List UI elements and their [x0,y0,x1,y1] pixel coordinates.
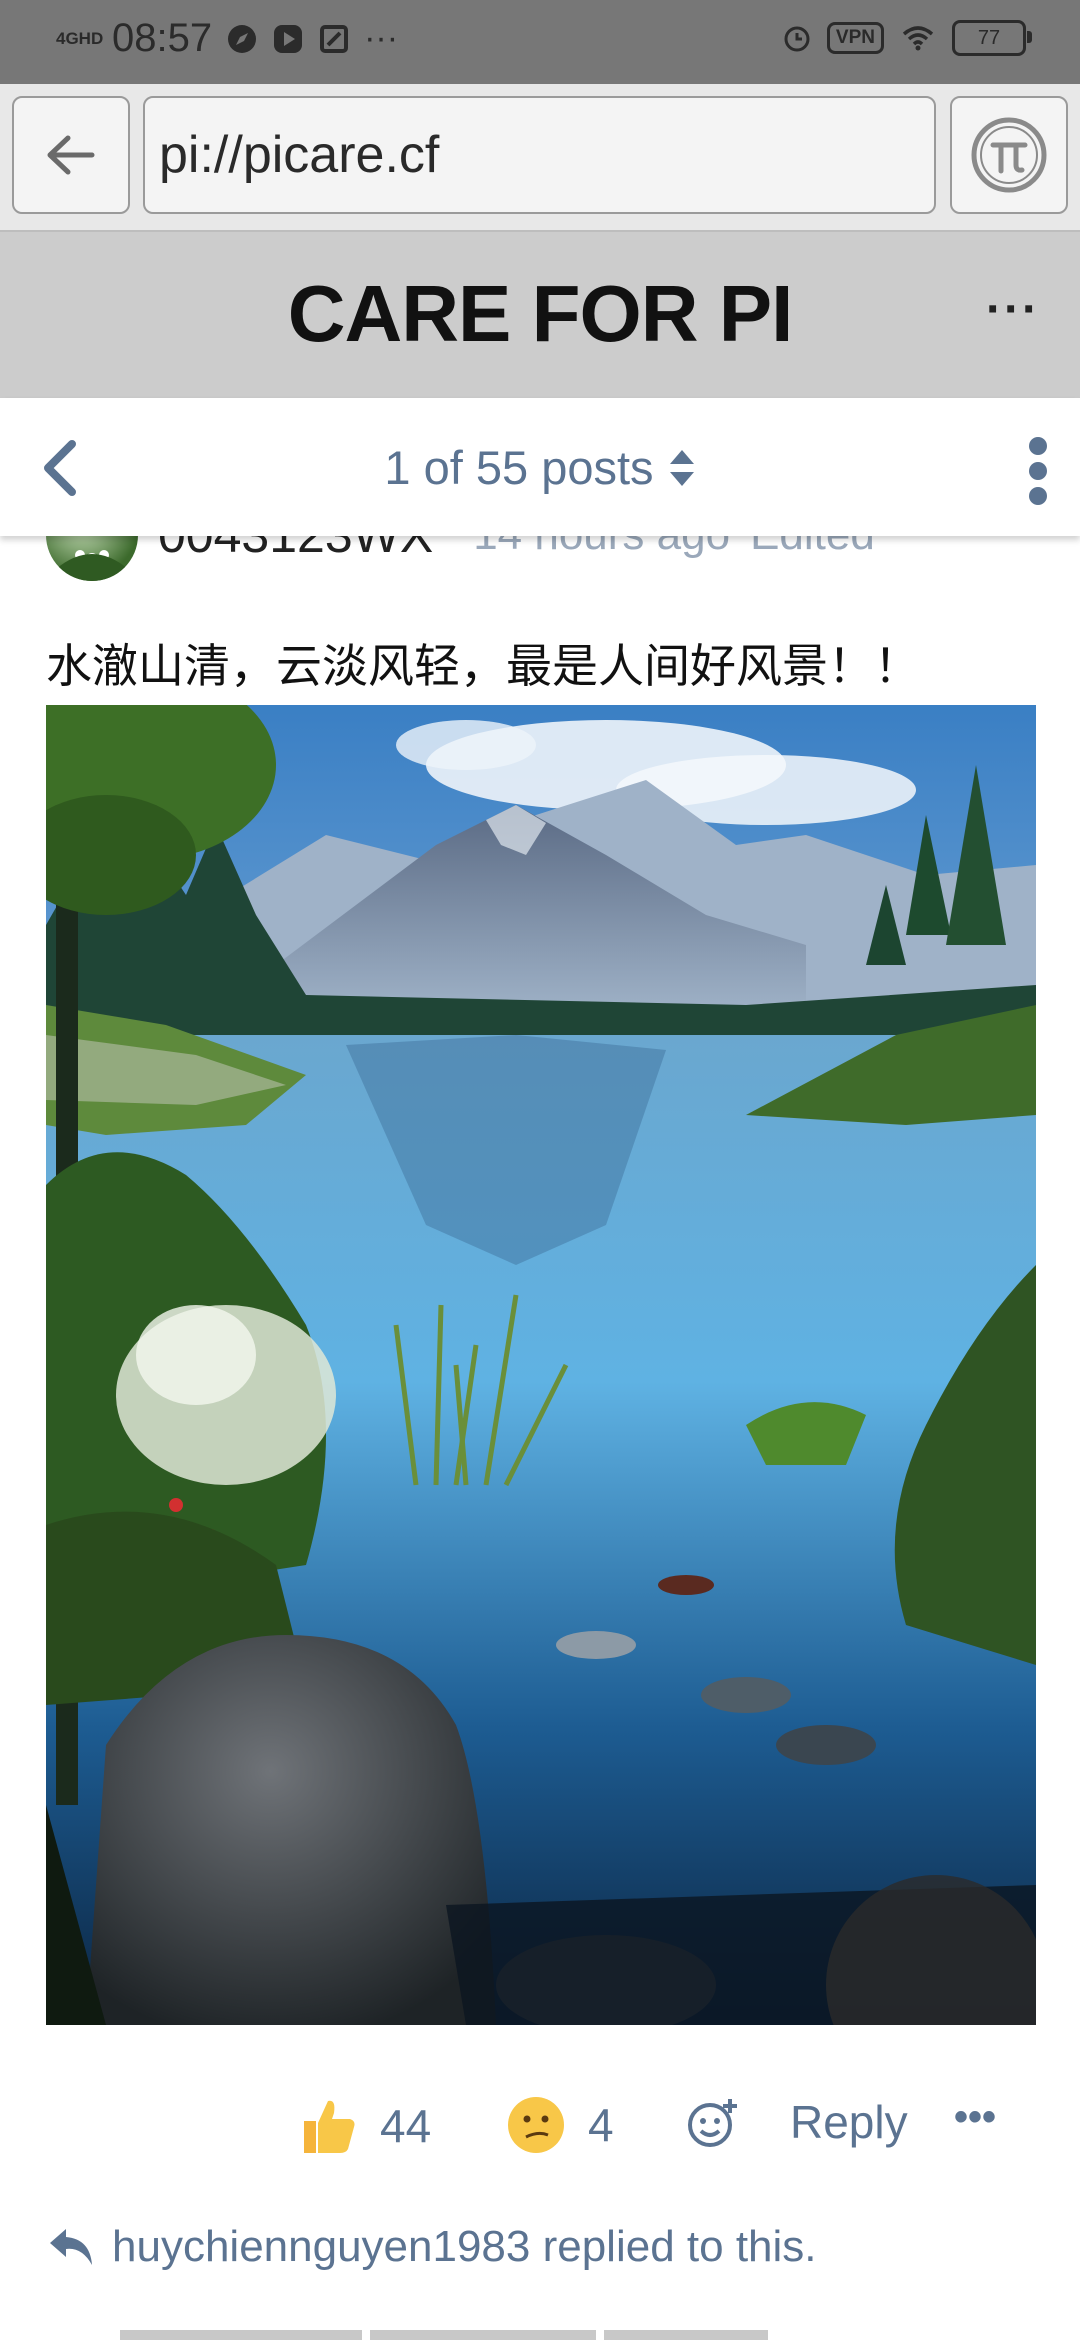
lake-landscape-image [46,705,1036,2025]
play-icon [274,24,303,53]
screenshot-icon [320,24,349,53]
wifi-icon [902,26,934,51]
post-counter-label: 1 of 55 posts [384,441,654,494]
reply-notice[interactable]: huychiennguyen1983 replied to this. [46,2222,817,2272]
browser-url-bar: pi://picare.cf [0,84,1080,230]
reply-arrow-icon [50,2229,92,2265]
reply-button[interactable]: Reply [790,2095,908,2149]
url-field[interactable]: pi://picare.cf [143,96,936,214]
thumbs-up-icon [304,2100,355,2153]
compass-icon [228,24,257,53]
more-actions-button[interactable]: ••• [954,2095,996,2140]
confused-count: 4 [588,2099,614,2151]
clock: 08:57 [112,16,213,60]
alarm-icon [784,26,810,52]
add-reaction-button[interactable] [686,2095,742,2151]
bottom-bar-segment [370,2330,596,2340]
add-emoji-icon [688,2099,737,2147]
battery-indicator: 77 [952,20,1032,56]
post-image[interactable] [46,705,1036,2025]
vertical-dots-icon [1029,437,1047,505]
bottom-bar-segment [120,2330,362,2340]
like-reaction[interactable]: 44 [298,2095,431,2157]
post-counter[interactable]: 1 of 55 posts [0,440,1080,495]
site-header: CARE FOR PI ··· [0,230,1080,398]
confused-face-icon [508,2097,564,2153]
post-options-button[interactable] [1026,436,1050,511]
bottom-bar-segment [604,2330,768,2340]
confused-reaction[interactable]: 4 [506,2095,614,2155]
vpn-badge: VPN [826,22,884,54]
like-count: 44 [380,2100,432,2152]
sort-arrows-icon [669,449,694,486]
site-title[interactable]: CARE FOR PI [0,268,1080,360]
network-indicator: 4GHD [56,29,104,48]
status-bar: 4GHD 08:57 ··· VPN 77 [0,0,1080,84]
pi-wallet-button[interactable] [950,96,1068,214]
arrow-left-icon [47,135,95,175]
more-notifications-icon: ··· [364,19,399,57]
reply-notice-text: huychiennguyen1983 replied to this. [112,2222,817,2271]
pi-logo-icon [971,117,1047,193]
post-navigation: 1 of 55 posts [0,398,1080,536]
bottom-bars [120,2330,768,2340]
post-body-text: 水澈山清，云淡风轻，最是人间好风景！！ [46,640,920,692]
back-button[interactable] [12,96,130,214]
post-actions: 44 4 Reply ••• [0,2095,1080,2175]
site-menu-button[interactable]: ··· [986,282,1040,337]
